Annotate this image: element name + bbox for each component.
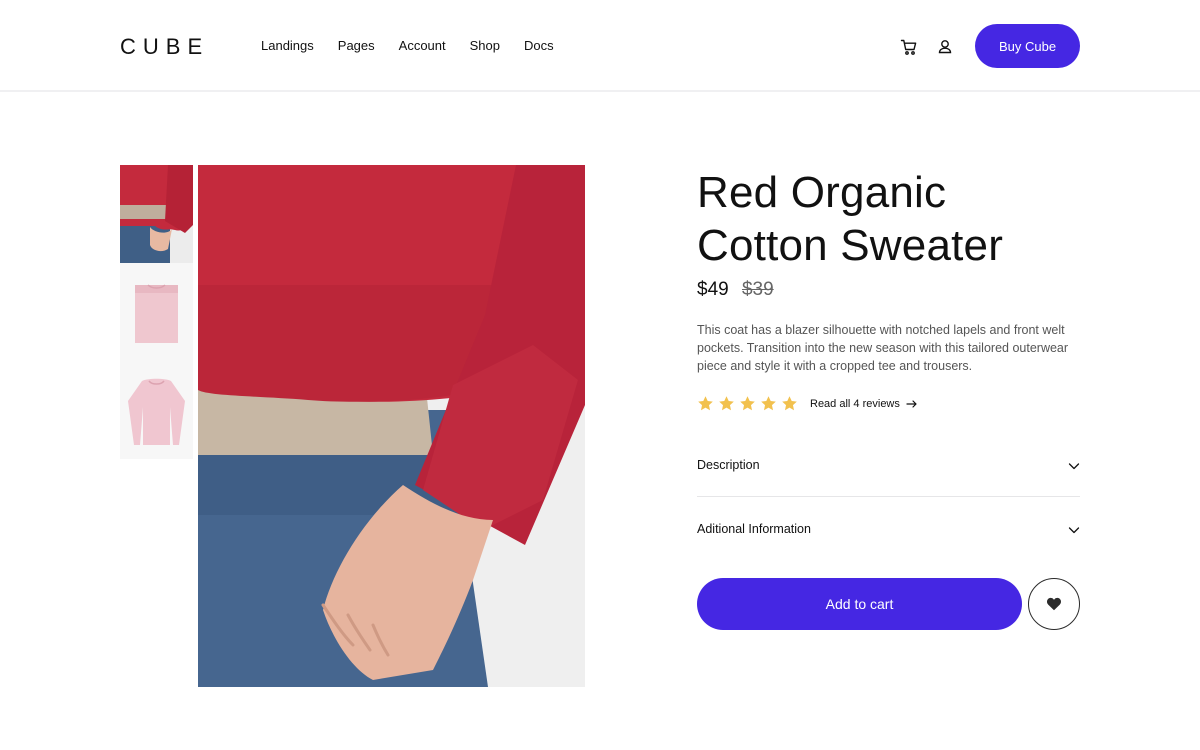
nav-landings[interactable]: Landings bbox=[261, 38, 314, 53]
accordion-additional-label: Aditional Information bbox=[697, 522, 811, 536]
chevron-down-icon bbox=[1068, 463, 1080, 470]
accordion-additional-information[interactable]: Aditional Information bbox=[697, 504, 1080, 566]
read-reviews-link[interactable]: Read all 4 reviews bbox=[810, 398, 918, 410]
product-title-line2: Cotton Sweater bbox=[697, 221, 1004, 270]
cart-icon[interactable] bbox=[900, 38, 918, 56]
accordion-description-label: Description bbox=[697, 458, 760, 472]
product-description: This coat has a blazer silhouette with n… bbox=[697, 323, 1069, 373]
star-icon bbox=[782, 396, 797, 411]
product-title: Red Organic Cotton Sweater bbox=[697, 166, 1097, 272]
nav-account[interactable]: Account bbox=[399, 38, 446, 53]
star-icon bbox=[698, 396, 713, 411]
old-price: $39 bbox=[741, 279, 774, 300]
price-row: $49 $39 bbox=[697, 279, 774, 301]
accordion-description[interactable]: Description bbox=[697, 440, 1080, 502]
nav-docs[interactable]: Docs bbox=[524, 38, 554, 53]
read-reviews-label: Read all 4 reviews bbox=[810, 397, 900, 410]
nav-shop[interactable]: Shop bbox=[470, 38, 500, 53]
add-to-cart-button[interactable]: Add to cart bbox=[697, 578, 1022, 630]
star-icon bbox=[761, 396, 776, 411]
arrow-right-icon bbox=[906, 399, 917, 408]
logo[interactable]: CUBE bbox=[120, 34, 209, 60]
rating: Read all 4 reviews bbox=[697, 395, 918, 412]
user-icon[interactable] bbox=[936, 38, 954, 56]
star-icon bbox=[719, 396, 734, 411]
price: $49 bbox=[697, 279, 729, 300]
nav-pages[interactable]: Pages bbox=[338, 38, 375, 53]
thumbnail-list bbox=[120, 165, 193, 459]
thumbnail-pink-flat[interactable] bbox=[120, 361, 193, 459]
thumbnail-sweater-closeup[interactable] bbox=[120, 165, 193, 263]
heart-icon bbox=[1047, 597, 1061, 611]
favorite-button[interactable] bbox=[1028, 578, 1080, 630]
site-header: CUBE Landings Pages Account Shop Docs Bu… bbox=[0, 0, 1200, 92]
product-title-line1: Red Organic bbox=[697, 168, 947, 217]
main-nav: Landings Pages Account Shop Docs bbox=[261, 38, 578, 53]
chevron-down-icon bbox=[1068, 527, 1080, 534]
divider bbox=[697, 496, 1080, 497]
star-icon bbox=[740, 396, 755, 411]
thumbnail-pink-folded[interactable] bbox=[120, 263, 193, 361]
product-main-image bbox=[198, 165, 585, 687]
buy-cube-button[interactable]: Buy Cube bbox=[975, 24, 1080, 68]
